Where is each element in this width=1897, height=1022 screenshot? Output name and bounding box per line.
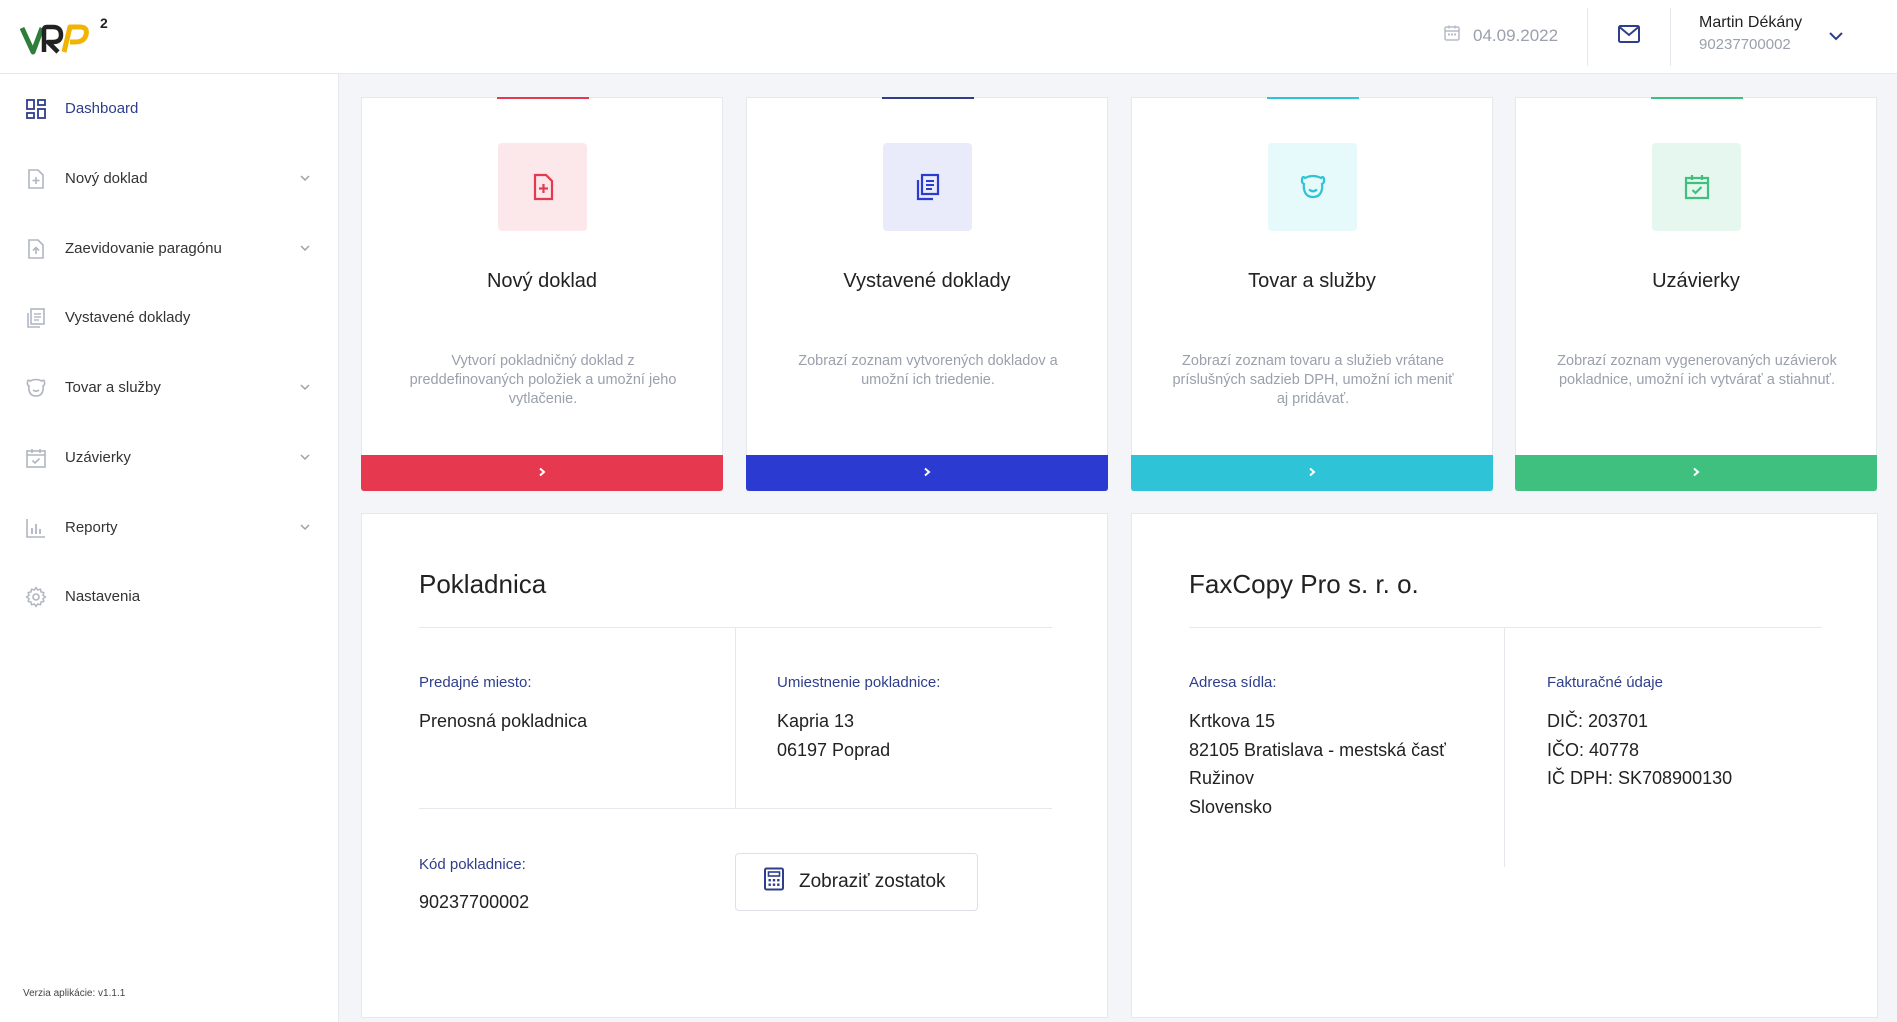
card-title: Uzávierky	[1652, 270, 1740, 292]
chevron-right-icon	[1691, 464, 1701, 482]
documents-icon	[24, 306, 48, 330]
bear-icon	[24, 376, 48, 400]
ico-value: IČO: 40778	[1547, 740, 1640, 760]
sidebar-item-label: Uzávierky	[65, 448, 131, 466]
chevron-right-icon	[1307, 464, 1317, 482]
sidebar-item-label: Reporty	[65, 518, 118, 536]
sidebar: Dashboard Nový doklad Zaevidovanie parag…	[0, 74, 339, 1022]
sidebar-item-dashboard[interactable]: Dashboard	[0, 86, 339, 130]
documents-icon	[883, 143, 972, 231]
svg-text:2: 2	[100, 15, 108, 31]
card-title: Tovar a služby	[1248, 270, 1376, 292]
location-line: Kapria 13	[777, 711, 855, 731]
top-header: 2 04.09.2022 Martin Dékány 90237700002	[0, 0, 1897, 74]
user-name: Martin Dékány	[1699, 14, 1803, 31]
address-line: 82105 Bratislava - mestská časť	[1189, 740, 1446, 760]
card-accent-line	[1267, 97, 1359, 99]
sidebar-item-zaevidovanie-paragonu[interactable]: Zaevidovanie paragónu	[0, 226, 339, 270]
register-code-label: Kód pokladnice:	[419, 856, 526, 873]
show-balance-button[interactable]: Zobraziť zostatok	[735, 853, 978, 911]
icdph-value: IČ DPH: SK708900130	[1547, 768, 1733, 788]
calendar-check-icon	[24, 446, 48, 470]
sidebar-item-label: Tovar a služby	[65, 378, 161, 396]
chevron-down-icon[interactable]	[1826, 26, 1846, 46]
card-accent-line	[497, 97, 589, 99]
chevron-right-icon	[537, 464, 547, 482]
sidebar-item-label: Nový doklad	[65, 169, 148, 187]
file-upload-icon	[24, 237, 48, 261]
divider	[1189, 627, 1822, 628]
mail-icon[interactable]	[1617, 22, 1641, 46]
register-title: Pokladnica	[419, 569, 547, 599]
location-line: 06197 Poprad	[777, 740, 891, 760]
sidebar-item-label: Zaevidovanie paragónu	[65, 239, 222, 257]
sale-place-value: Prenosná pokladnica	[419, 711, 588, 731]
address-label: Adresa sídla:	[1189, 674, 1277, 691]
dic-value: DIČ: 203701	[1547, 711, 1649, 731]
divider	[1504, 627, 1505, 867]
chevron-down-icon	[298, 520, 312, 534]
file-plus-icon	[498, 143, 587, 231]
chevron-down-icon	[298, 241, 312, 255]
card-accent-line	[882, 97, 974, 99]
card-description: Zobrazí zoznam vygenerovaných uzávierok …	[1557, 353, 1837, 388]
sidebar-item-vystavene-doklady[interactable]: Vystavené doklady	[0, 295, 339, 339]
show-balance-label: Zobraziť zostatok	[799, 871, 946, 892]
date-text: 04.09.2022	[1473, 25, 1559, 45]
sidebar-item-tovar-a-sluzby[interactable]: Tovar a služby	[0, 365, 339, 409]
calendar-check-icon	[1652, 143, 1741, 231]
chevron-down-icon	[298, 380, 312, 394]
card-title: Vystavené doklady	[843, 270, 1011, 292]
address-line: Ružinov	[1189, 768, 1255, 788]
bear-icon	[1268, 143, 1357, 231]
dashboard-icon	[24, 97, 48, 121]
card-tovar-a-sluzby: Tovar a služby Zobrazí zoznam tovaru a s…	[1131, 97, 1493, 491]
card-novy-doklad: Nový doklad Vytvorí pokladničný doklad z…	[361, 97, 723, 491]
open-vystavene-doklady-button[interactable]	[746, 455, 1108, 491]
divider	[735, 627, 736, 808]
card-accent-line	[1651, 97, 1743, 99]
gear-icon	[24, 585, 48, 609]
header-divider	[1587, 8, 1588, 66]
file-plus-icon	[24, 167, 48, 191]
address-line: Krtkova 15	[1189, 711, 1276, 731]
header-divider	[1670, 8, 1671, 66]
sidebar-item-reporty[interactable]: Reporty	[0, 505, 339, 549]
sidebar-item-novy-doklad[interactable]: Nový doklad	[0, 156, 339, 200]
date-display: 04.09.2022	[1443, 24, 1558, 47]
sidebar-item-label: Nastavenia	[65, 587, 141, 605]
chevron-right-icon	[922, 464, 932, 482]
user-id: 90237700002	[1699, 36, 1791, 53]
user-menu[interactable]: Martin Dékány 90237700002	[1699, 14, 1802, 53]
card-description: Vytvorí pokladničný doklad z preddefinov…	[409, 353, 677, 407]
chevron-down-icon	[298, 450, 312, 464]
register-code-value: 90237700002	[419, 892, 530, 912]
sidebar-item-nastavenia[interactable]: Nastavenia	[0, 574, 339, 618]
company-panel: FaxCopy Pro s. r. o. Adresa sídla: Krtko…	[1131, 513, 1878, 1018]
address-line: Slovensko	[1189, 797, 1273, 817]
card-description: Zobrazí zoznam vytvorených dokladov a um…	[798, 353, 1058, 388]
vrp-logo[interactable]: 2	[19, 14, 120, 60]
sidebar-item-label: Vystavené doklady	[65, 308, 191, 326]
sidebar-item-uzavierky[interactable]: Uzávierky	[0, 435, 339, 479]
card-description: Zobrazí zoznam tovaru a služieb vrátane …	[1172, 353, 1454, 407]
calculator-icon	[763, 867, 785, 897]
register-panel: Pokladnica Predajné miesto: Prenosná pok…	[361, 513, 1108, 1018]
divider	[419, 808, 1052, 809]
billing-label: Fakturačné údaje	[1547, 674, 1663, 691]
bar-chart-icon	[24, 516, 48, 540]
card-vystavene-doklady: Vystavené doklady Zobrazí zoznam vytvore…	[746, 97, 1108, 491]
calendar-icon	[1443, 24, 1461, 47]
card-title: Nový doklad	[486, 270, 598, 292]
location-label: Umiestnenie pokladnice:	[777, 674, 941, 691]
app-version: Verzia aplikácie: v1.1.1	[23, 988, 126, 999]
open-novy-doklad-button[interactable]	[361, 455, 723, 491]
chevron-down-icon	[298, 171, 312, 185]
card-uzavierky: Uzávierky Zobrazí zoznam vygenerovaných …	[1515, 97, 1877, 491]
sale-place-label: Predajné miesto:	[419, 674, 532, 691]
sidebar-item-label: Dashboard	[65, 99, 139, 117]
open-tovar-a-sluzby-button[interactable]	[1131, 455, 1493, 491]
company-title: FaxCopy Pro s. r. o.	[1189, 569, 1419, 599]
open-uzavierky-button[interactable]	[1515, 455, 1877, 491]
